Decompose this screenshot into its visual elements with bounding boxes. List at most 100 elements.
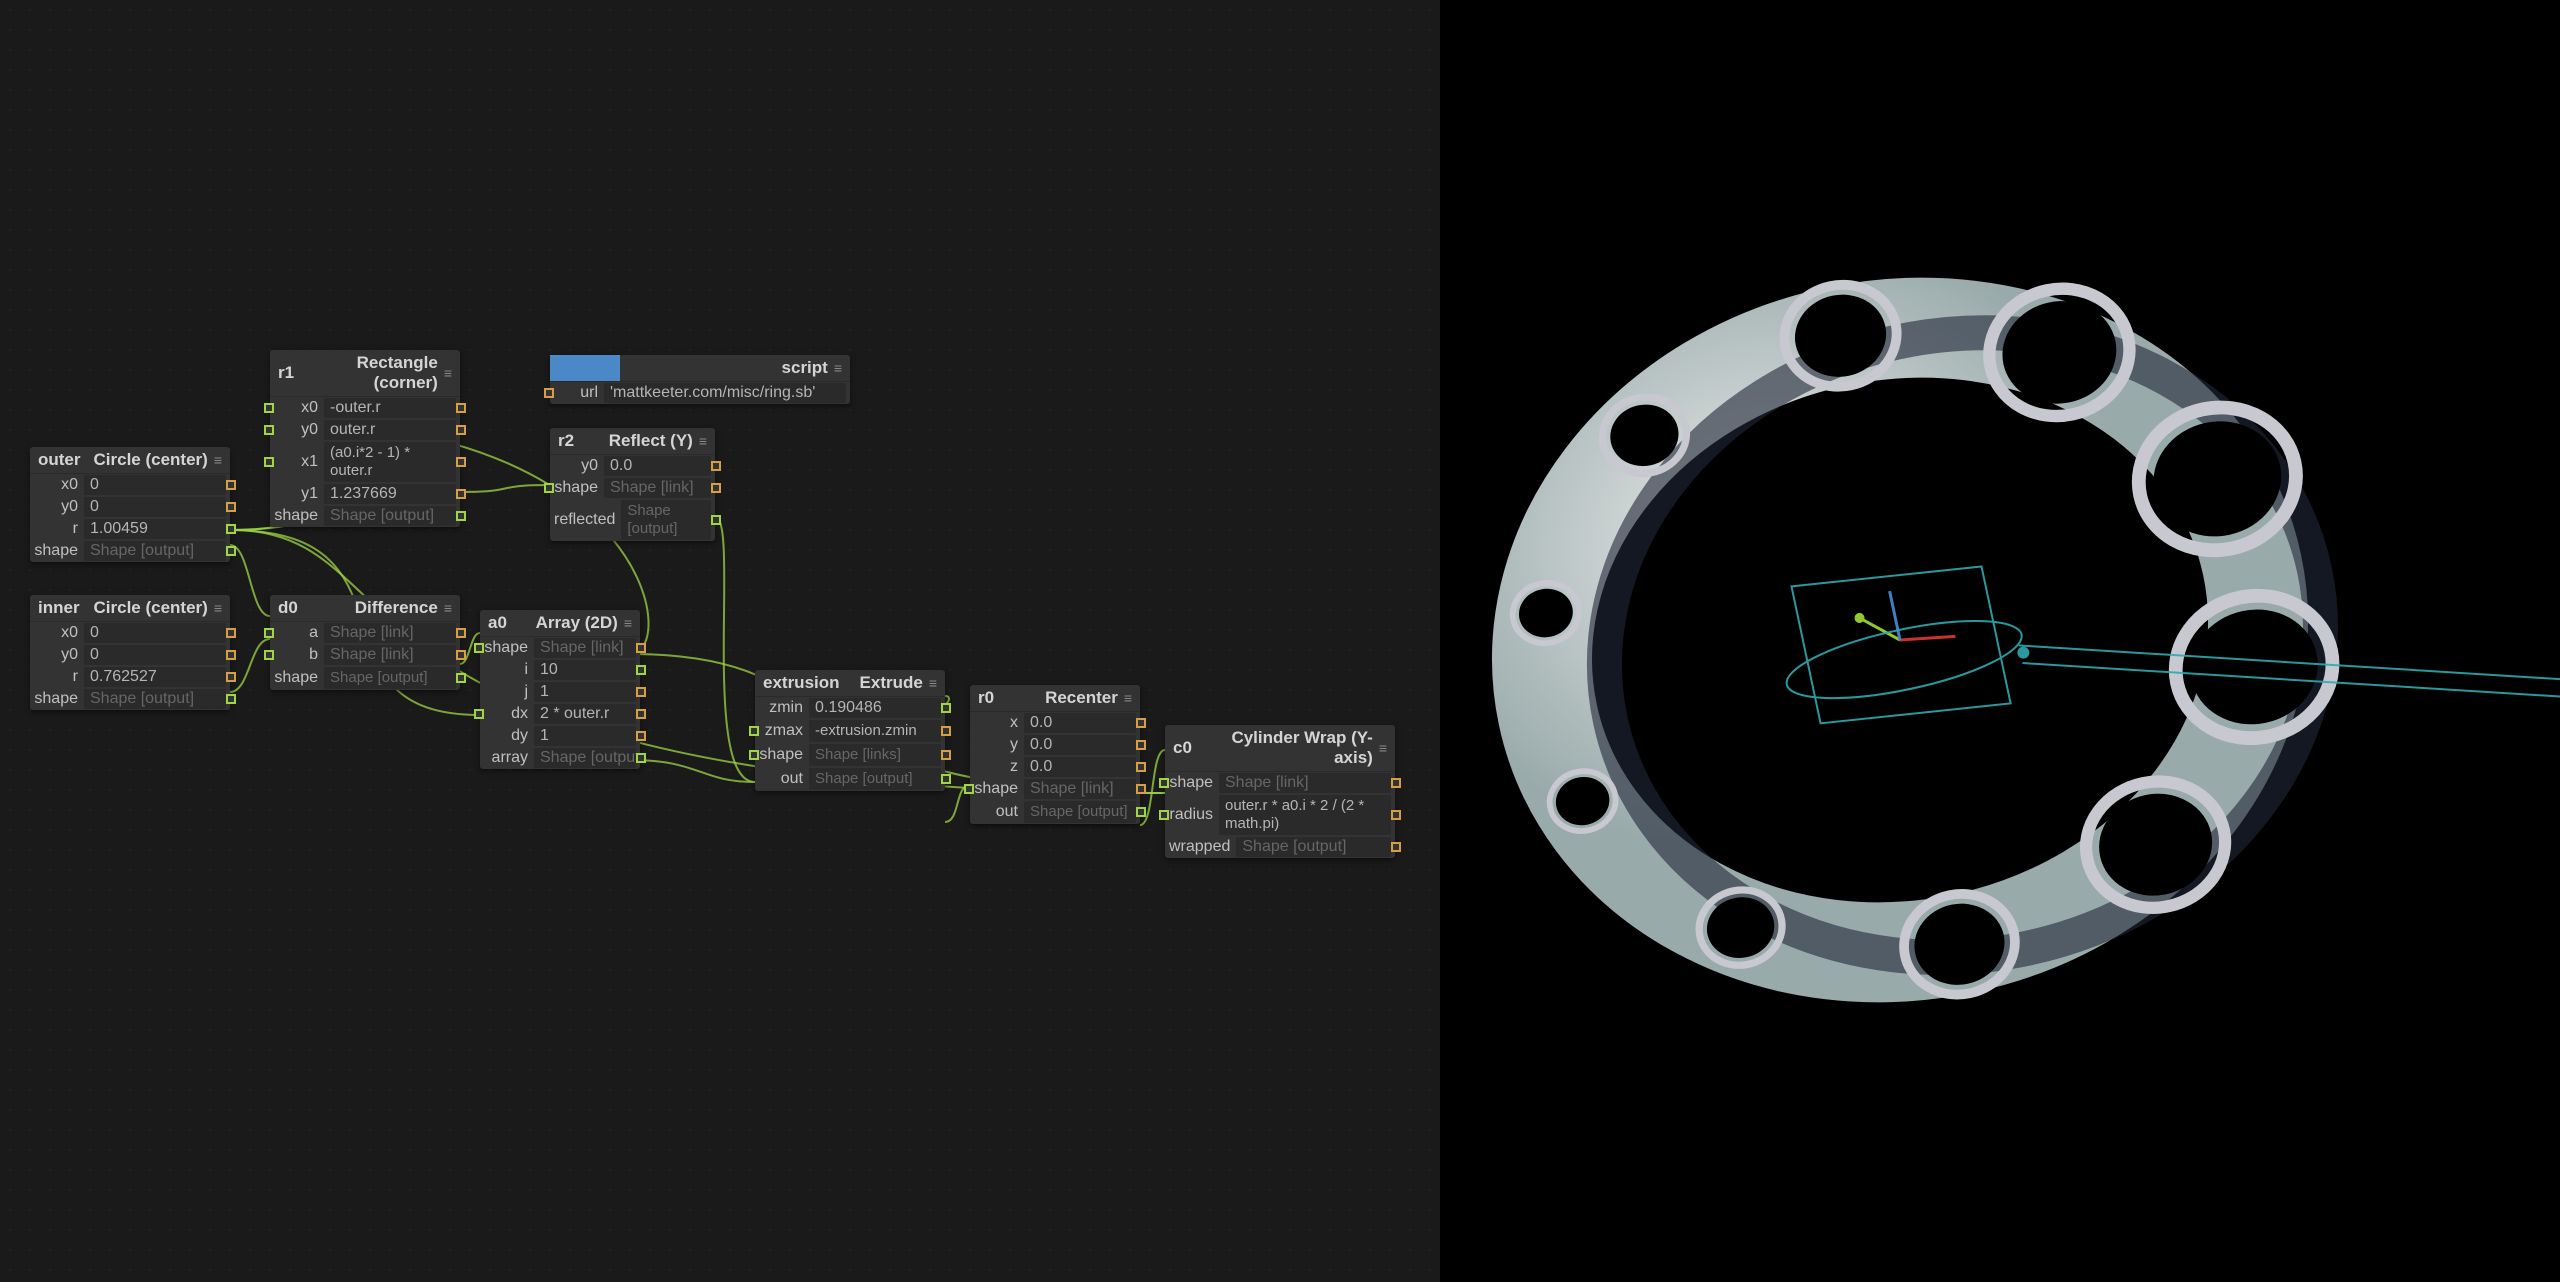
output-port[interactable] bbox=[1136, 718, 1146, 728]
param-value[interactable]: (a0.i*2 - 1) * outer.r bbox=[324, 442, 456, 482]
param-value[interactable]: 0.762527 bbox=[84, 667, 226, 687]
output-port[interactable] bbox=[456, 457, 466, 467]
param-value[interactable]: 0.0 bbox=[604, 456, 711, 476]
node-a0[interactable]: a0Array (2D)≡shapeShape [link]i10j1dx2 *… bbox=[480, 610, 640, 769]
param-value[interactable]: 1 bbox=[534, 682, 636, 702]
output-port[interactable] bbox=[636, 753, 646, 763]
node-header[interactable]: extrusionExtrude≡ bbox=[755, 670, 945, 697]
param-value[interactable]: -extrusion.zmin bbox=[809, 720, 941, 742]
param-value[interactable]: 0.0 bbox=[1024, 757, 1136, 777]
node-r2[interactable]: r2Reflect (Y)≡y00.0shapeShape [link]refl… bbox=[550, 428, 715, 541]
input-port[interactable] bbox=[749, 726, 759, 736]
hamburger-icon[interactable]: ≡ bbox=[214, 452, 222, 468]
output-port[interactable] bbox=[636, 665, 646, 675]
output-port[interactable] bbox=[226, 502, 236, 512]
node-r1[interactable]: r1Rectangle (corner)≡x0-outer.ry0outer.r… bbox=[270, 350, 460, 527]
param-value[interactable]: 0 bbox=[84, 475, 226, 495]
output-port[interactable] bbox=[1136, 762, 1146, 772]
output-port[interactable] bbox=[636, 731, 646, 741]
param-value[interactable]: 0.190486 bbox=[809, 698, 941, 718]
output-port[interactable] bbox=[456, 489, 466, 499]
output-port[interactable] bbox=[456, 425, 466, 435]
param-value[interactable]: outer.r bbox=[324, 420, 456, 440]
node-inner[interactable]: innerCircle (center)≡x00y00r0.762527shap… bbox=[30, 595, 230, 710]
input-port[interactable] bbox=[264, 628, 274, 638]
input-port[interactable] bbox=[1159, 778, 1169, 788]
output-port[interactable] bbox=[456, 628, 466, 638]
output-port[interactable] bbox=[226, 524, 236, 534]
param-value[interactable]: outer.r * a0.i * 2 / (2 * math.pi) bbox=[1219, 795, 1391, 835]
input-port[interactable] bbox=[264, 457, 274, 467]
viewport-3d[interactable] bbox=[1440, 0, 2560, 1282]
hamburger-icon[interactable]: ≡ bbox=[1124, 690, 1132, 706]
param-value[interactable]: 1.237669 bbox=[324, 484, 456, 504]
node-d0[interactable]: d0Difference≡aShape [link]bShape [link]s… bbox=[270, 595, 460, 690]
input-port[interactable] bbox=[474, 643, 484, 653]
node-script[interactable]: script≡url'mattkeeter.com/misc/ring.sb' bbox=[550, 355, 850, 404]
output-port[interactable] bbox=[456, 511, 466, 521]
output-port[interactable] bbox=[711, 483, 721, 493]
node-header[interactable]: a0Array (2D)≡ bbox=[480, 610, 640, 637]
hamburger-icon[interactable]: ≡ bbox=[624, 615, 632, 631]
output-port[interactable] bbox=[1391, 842, 1401, 852]
input-port[interactable] bbox=[264, 403, 274, 413]
node-header[interactable]: d0Difference≡ bbox=[270, 595, 460, 622]
output-port[interactable] bbox=[941, 703, 951, 713]
output-port[interactable] bbox=[456, 650, 466, 660]
output-port[interactable] bbox=[941, 750, 951, 760]
param-value[interactable]: 0.0 bbox=[1024, 735, 1136, 755]
output-port[interactable] bbox=[226, 480, 236, 490]
hamburger-icon[interactable]: ≡ bbox=[834, 360, 842, 376]
node-header[interactable]: innerCircle (center)≡ bbox=[30, 595, 230, 622]
node-r0[interactable]: r0Recenter≡x0.0y0.0z0.0shapeShape [link]… bbox=[970, 685, 1140, 824]
output-port[interactable] bbox=[1136, 784, 1146, 794]
output-port[interactable] bbox=[1136, 807, 1146, 817]
output-port[interactable] bbox=[226, 672, 236, 682]
input-port[interactable] bbox=[264, 650, 274, 660]
output-port[interactable] bbox=[711, 515, 721, 525]
output-port[interactable] bbox=[456, 673, 466, 683]
node-header[interactable]: outerCircle (center)≡ bbox=[30, 447, 230, 474]
input-port[interactable] bbox=[544, 483, 554, 493]
output-port[interactable] bbox=[636, 687, 646, 697]
output-port[interactable] bbox=[1136, 740, 1146, 750]
param-value[interactable]: -outer.r bbox=[324, 398, 456, 418]
output-port[interactable] bbox=[456, 403, 466, 413]
hamburger-icon[interactable]: ≡ bbox=[444, 600, 452, 616]
node-graph-panel[interactable]: outerCircle (center)≡x00y00r1.00459shape… bbox=[0, 0, 1440, 1282]
output-port[interactable] bbox=[711, 461, 721, 471]
input-port[interactable] bbox=[1159, 810, 1169, 820]
param-value[interactable]: 0 bbox=[84, 645, 226, 665]
hamburger-icon[interactable]: ≡ bbox=[214, 600, 222, 616]
output-port[interactable] bbox=[1391, 778, 1401, 788]
input-port[interactable] bbox=[264, 425, 274, 435]
output-port[interactable] bbox=[226, 650, 236, 660]
input-port[interactable] bbox=[749, 750, 759, 760]
node-c0[interactable]: c0Cylinder Wrap (Y-axis)≡shapeShape [lin… bbox=[1165, 725, 1395, 858]
output-port[interactable] bbox=[226, 546, 236, 556]
param-value[interactable]: 1 bbox=[534, 726, 636, 746]
output-port[interactable] bbox=[636, 709, 646, 719]
input-port[interactable] bbox=[544, 388, 554, 398]
node-header[interactable]: r1Rectangle (corner)≡ bbox=[270, 350, 460, 397]
input-port[interactable] bbox=[964, 784, 974, 794]
hamburger-icon[interactable]: ≡ bbox=[444, 365, 452, 381]
output-port[interactable] bbox=[226, 694, 236, 704]
node-header[interactable]: script≡ bbox=[550, 355, 850, 382]
output-port[interactable] bbox=[941, 774, 951, 784]
hamburger-icon[interactable]: ≡ bbox=[929, 675, 937, 691]
output-port[interactable] bbox=[636, 643, 646, 653]
node-header[interactable]: r2Reflect (Y)≡ bbox=[550, 428, 715, 455]
param-value[interactable]: 1.00459 bbox=[84, 519, 226, 539]
node-header[interactable]: r0Recenter≡ bbox=[970, 685, 1140, 712]
node-outer[interactable]: outerCircle (center)≡x00y00r1.00459shape… bbox=[30, 447, 230, 562]
param-value[interactable]: 0 bbox=[84, 497, 226, 517]
param-value[interactable]: 10 bbox=[534, 660, 636, 680]
output-port[interactable] bbox=[1391, 810, 1401, 820]
node-extrusion[interactable]: extrusionExtrude≡zmin0.190486zmax-extrus… bbox=[755, 670, 945, 791]
param-value[interactable]: 0.0 bbox=[1024, 713, 1136, 733]
param-value[interactable]: 'mattkeeter.com/misc/ring.sb' bbox=[604, 383, 846, 403]
param-value[interactable]: 0 bbox=[84, 623, 226, 643]
input-port[interactable] bbox=[474, 709, 484, 719]
hamburger-icon[interactable]: ≡ bbox=[699, 433, 707, 449]
